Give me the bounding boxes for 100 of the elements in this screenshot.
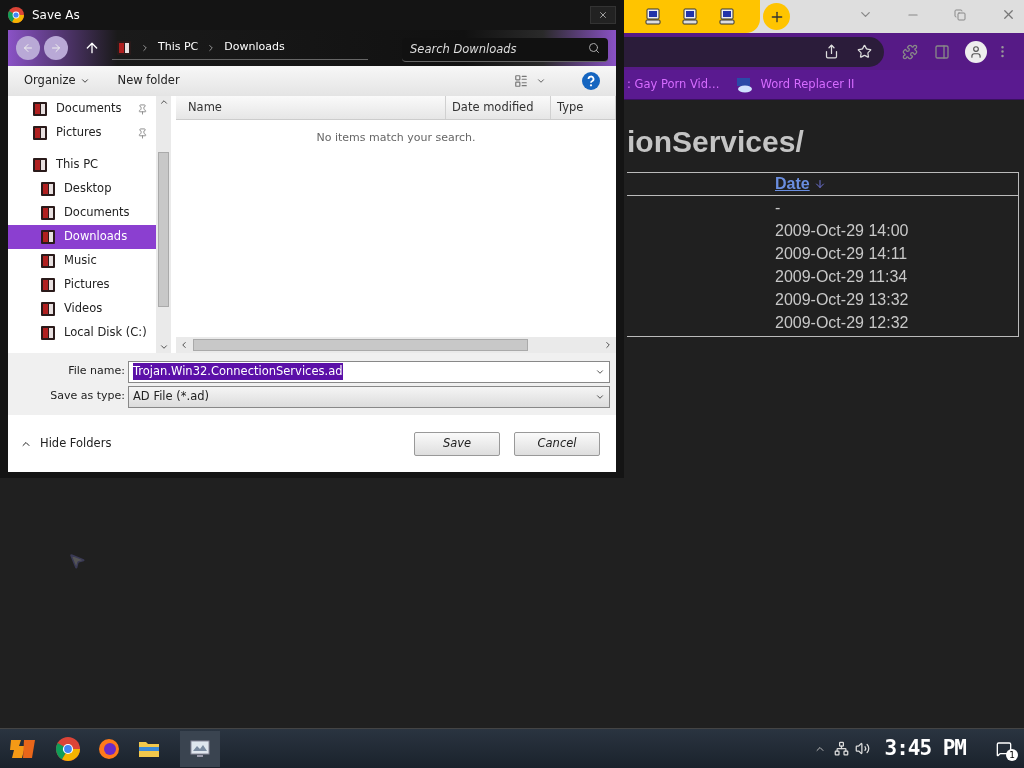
chrome-icon: [8, 7, 24, 23]
search-icon: [588, 42, 600, 54]
sort-arrow-icon[interactable]: [813, 178, 826, 190]
page-heading: ionServices/: [627, 124, 805, 160]
hide-folders-button[interactable]: Hide Folders: [20, 434, 112, 453]
notification-button[interactable]: 1: [992, 736, 1016, 761]
bookmark-item[interactable]: Word Replacer II: [760, 75, 855, 94]
nav-label: Music: [64, 252, 97, 270]
file-name-label: File name:: [67, 363, 126, 380]
forward-arrow-icon: [50, 42, 62, 54]
computer-icon[interactable]: [718, 7, 736, 26]
share-icon[interactable]: [824, 44, 839, 59]
date-cell-text: 2009-Oct-29 11:34: [775, 267, 909, 287]
side-panel-icon[interactable]: [934, 43, 950, 60]
folder-icon: [40, 301, 56, 317]
person-icon: [969, 44, 983, 59]
organize-button[interactable]: Organize: [24, 72, 90, 90]
extensions-icon[interactable]: [902, 43, 918, 60]
new-tab-button[interactable]: [763, 3, 790, 30]
bookmark-star-icon[interactable]: [857, 44, 872, 59]
nav-label: Documents: [64, 204, 130, 222]
save-type-select[interactable]: AD File (*.ad): [128, 385, 610, 408]
search-field[interactable]: Search Downloads: [402, 37, 608, 62]
help-icon[interactable]: [582, 72, 600, 90]
chrome-icon[interactable]: [56, 736, 80, 761]
nav-item[interactable]: Videos: [8, 297, 156, 321]
pin-icon[interactable]: [137, 127, 148, 139]
column-header[interactable]: Name: [176, 96, 446, 119]
new-folder-button[interactable]: New folder: [117, 72, 180, 90]
column-header[interactable]: Date modified: [446, 96, 551, 119]
sort-link[interactable]: Date: [775, 172, 810, 196]
firefox-icon[interactable]: [98, 737, 120, 760]
scroll-right-icon[interactable]: [603, 340, 613, 350]
nav-item[interactable]: Pictures: [8, 273, 156, 297]
back-arrow-icon: [22, 42, 34, 54]
nav-label: Videos: [64, 300, 103, 318]
bookmark-item[interactable]: : Gay Porn Vid…: [627, 75, 720, 94]
date-cell-text: 2009-Oct-29 12:32: [775, 313, 910, 333]
computer-icon[interactable]: [681, 7, 699, 26]
computer-icon[interactable]: [644, 7, 662, 26]
vertical-scrollbar[interactable]: [156, 96, 171, 353]
date-cell-text: 2009-Oct-29 14:00: [775, 221, 910, 241]
save-button[interactable]: Save: [414, 431, 500, 456]
restore-icon[interactable]: [954, 9, 966, 21]
nav-item[interactable]: Downloads: [8, 225, 156, 249]
nav-item[interactable]: Pictures: [8, 121, 156, 145]
scroll-down-icon[interactable]: [158, 342, 169, 352]
clock[interactable]: 3:45 PM: [884, 732, 966, 765]
download-folder-icon: [116, 39, 132, 56]
nav-label: Pictures: [64, 276, 110, 294]
mouse-cursor-icon: [68, 552, 86, 570]
taskbar-app-button[interactable]: [180, 730, 220, 767]
window-title: Save As: [32, 7, 80, 24]
forward-button[interactable]: [44, 36, 68, 60]
network-icon[interactable]: [834, 741, 850, 756]
folder-icon: [32, 125, 48, 141]
file-name-value: Trojan.Win32.ConnectionServices.ad: [133, 362, 343, 381]
nav-item[interactable]: Music: [8, 249, 156, 273]
folder-icon: [32, 101, 48, 117]
breadcrumb-separator-icon: [140, 42, 150, 53]
nav-label: Local Disk (C:): [64, 324, 147, 342]
nav-item[interactable]: Desktop: [8, 177, 156, 201]
volume-icon[interactable]: [855, 741, 871, 756]
folder-icon: [40, 205, 56, 221]
folder-icon: [40, 229, 56, 245]
profile-avatar[interactable]: [965, 40, 987, 63]
nav-label: Documents: [56, 100, 122, 118]
pin-icon[interactable]: [137, 103, 148, 115]
cancel-button[interactable]: Cancel: [514, 431, 600, 456]
date-cell-text: -: [775, 198, 782, 218]
back-button[interactable]: [16, 36, 40, 60]
folder-icon: [32, 157, 48, 173]
folder-icon: [40, 325, 56, 341]
nav-item[interactable]: Local Disk (C:): [8, 321, 156, 345]
monitor-icon: [189, 738, 211, 759]
date-cell-text: 2009-Oct-29 14:11: [775, 244, 909, 264]
nav-label: Downloads: [64, 228, 128, 246]
dropdown-caret-icon: [79, 76, 90, 86]
column-header[interactable]: Type: [551, 96, 616, 119]
nav-label: Desktop: [64, 180, 112, 198]
nav-item[interactable]: Documents: [8, 97, 156, 121]
notification-badge: 1: [1006, 748, 1018, 761]
save-type-label: Save as type:: [49, 388, 126, 405]
breadcrumb-item[interactable]: Downloads: [224, 39, 285, 56]
dropdown-caret-icon[interactable]: [536, 76, 546, 86]
horizontal-scrollbar[interactable]: [176, 337, 616, 353]
breadcrumb-item[interactable]: This PC: [158, 39, 199, 56]
folder-icon: [40, 181, 56, 197]
close-icon: [598, 10, 608, 20]
scroll-up-icon[interactable]: [158, 97, 169, 107]
date-cell-text: 2009-Oct-29 13:32: [775, 290, 910, 310]
scroll-left-icon[interactable]: [179, 340, 189, 350]
nav-item[interactable]: This PC: [8, 153, 156, 177]
folder-icon: [40, 277, 56, 293]
close-button[interactable]: [590, 6, 616, 24]
view-options-icon[interactable]: [514, 74, 528, 88]
nav-item[interactable]: Documents: [8, 201, 156, 225]
close-icon[interactable]: [1001, 7, 1016, 22]
nav-label: This PC: [56, 156, 99, 174]
file-name-field[interactable]: Trojan.Win32.ConnectionServices.ad: [128, 360, 610, 383]
